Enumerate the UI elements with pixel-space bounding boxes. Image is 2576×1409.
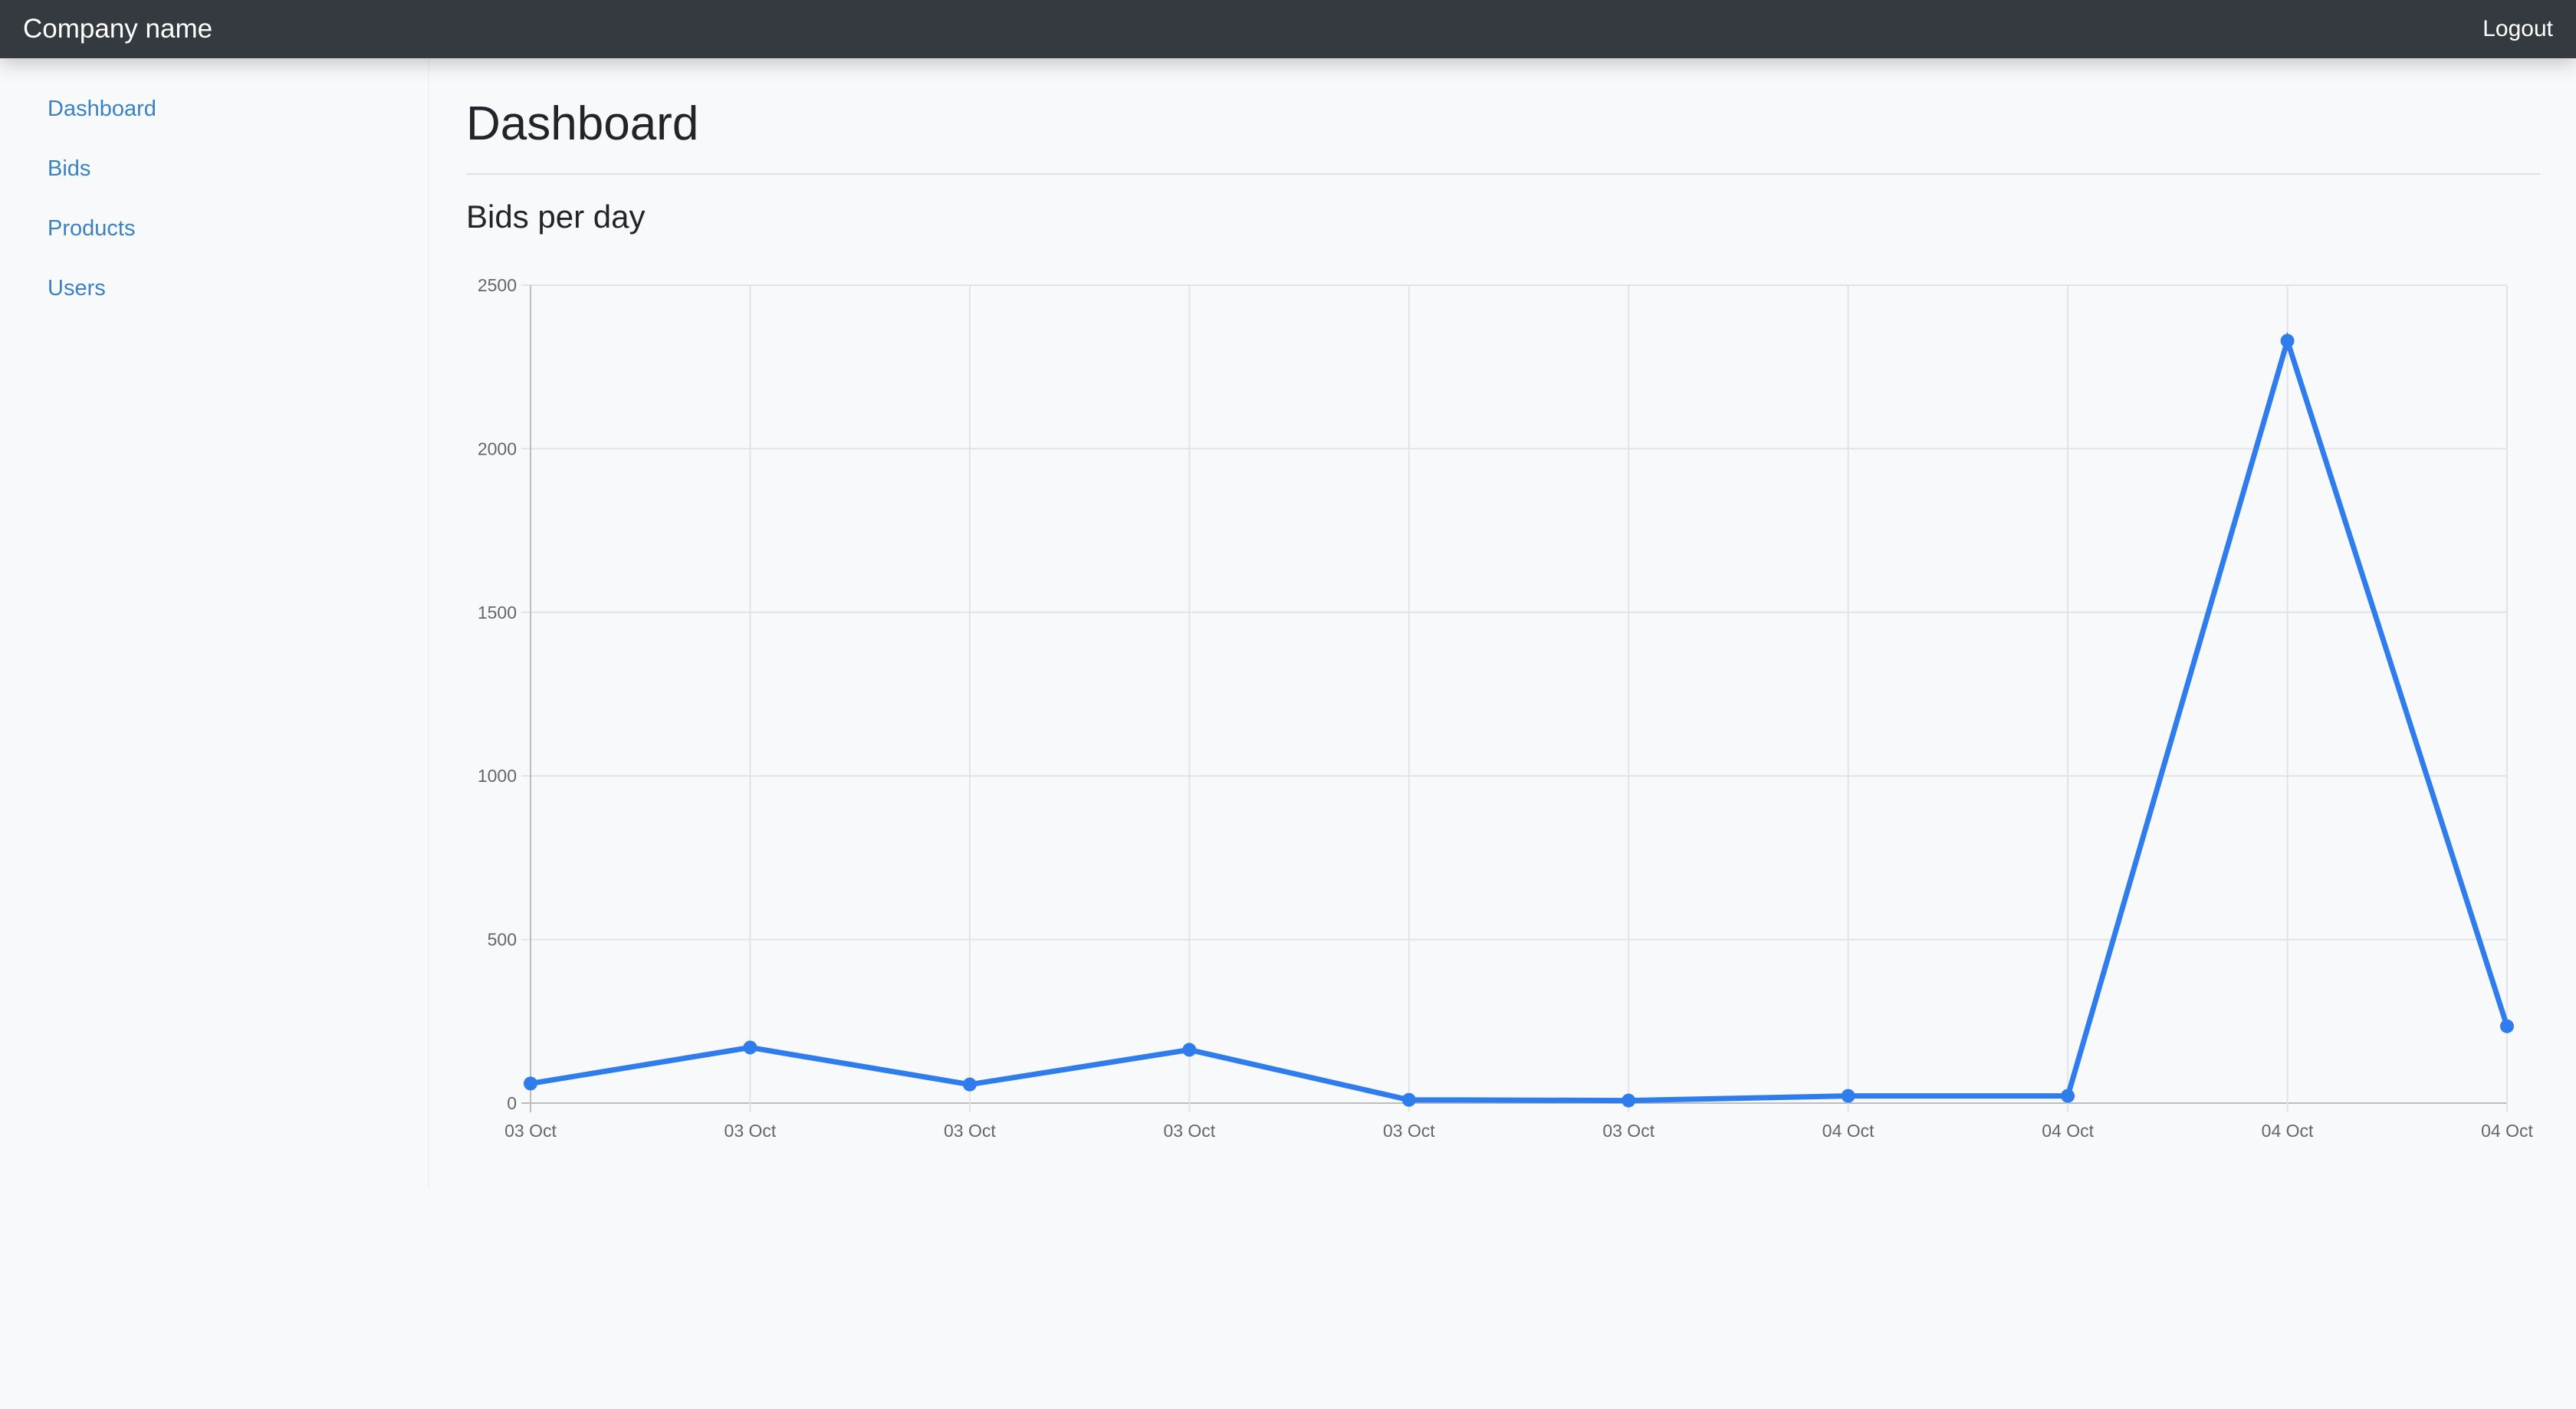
data-point <box>962 1077 977 1092</box>
y-tick-label: 1000 <box>478 766 517 786</box>
y-tick-label: 2000 <box>478 438 517 458</box>
x-tick-label: 03 Oct <box>1163 1121 1215 1141</box>
x-tick-label: 03 Oct <box>724 1121 777 1141</box>
data-point <box>1401 1092 1416 1107</box>
sidebar-item-products[interactable]: Products <box>0 207 429 267</box>
data-point <box>2500 1019 2514 1033</box>
sidebar-item-bids[interactable]: Bids <box>0 147 429 207</box>
data-point <box>1622 1093 1636 1108</box>
bids-per-day-chart: 0 500 1000 1500 2000 2500 03 Oct 03 Oct 03 Oct 03… <box>478 275 2534 1141</box>
sidebar-item-dashboard[interactable]: Dashboard <box>0 87 429 147</box>
y-tick-label: 500 <box>488 930 517 950</box>
x-tick-label: 03 Oct <box>1383 1121 1435 1141</box>
x-tick-label: 03 Oct <box>1602 1121 1654 1141</box>
y-tick-label: 0 <box>507 1093 517 1113</box>
main-content: Dashboard Bids per day 0 500 1000 1500 2000 2… <box>466 58 2540 1361</box>
x-tick-label: 03 Oct <box>944 1121 996 1141</box>
series-line <box>530 331 2510 1104</box>
brand-name[interactable]: Company name <box>23 14 212 44</box>
data-point <box>524 1076 537 1091</box>
sidebar: Dashboard Bids Products Users <box>0 58 429 1188</box>
x-tick-label: 04 Oct <box>2262 1121 2314 1141</box>
x-tick-label: 04 Oct <box>1822 1121 1875 1141</box>
data-point <box>2280 333 2295 348</box>
data-point <box>2061 1089 2075 1103</box>
y-tick-label: 2500 <box>478 275 517 295</box>
data-point <box>1841 1089 1855 1103</box>
x-tick-label: 03 Oct <box>504 1121 557 1141</box>
sidebar-item-users[interactable]: Users <box>0 267 429 327</box>
x-tick-label: 04 Oct <box>2042 1121 2094 1141</box>
data-point <box>1182 1043 1197 1057</box>
logout-link[interactable]: Logout <box>2482 16 2553 42</box>
top-navbar: Company name Logout <box>0 0 2576 58</box>
data-point <box>743 1040 757 1055</box>
x-tick-label: 04 Oct <box>2481 1121 2533 1141</box>
y-tick-label: 1500 <box>478 603 517 622</box>
